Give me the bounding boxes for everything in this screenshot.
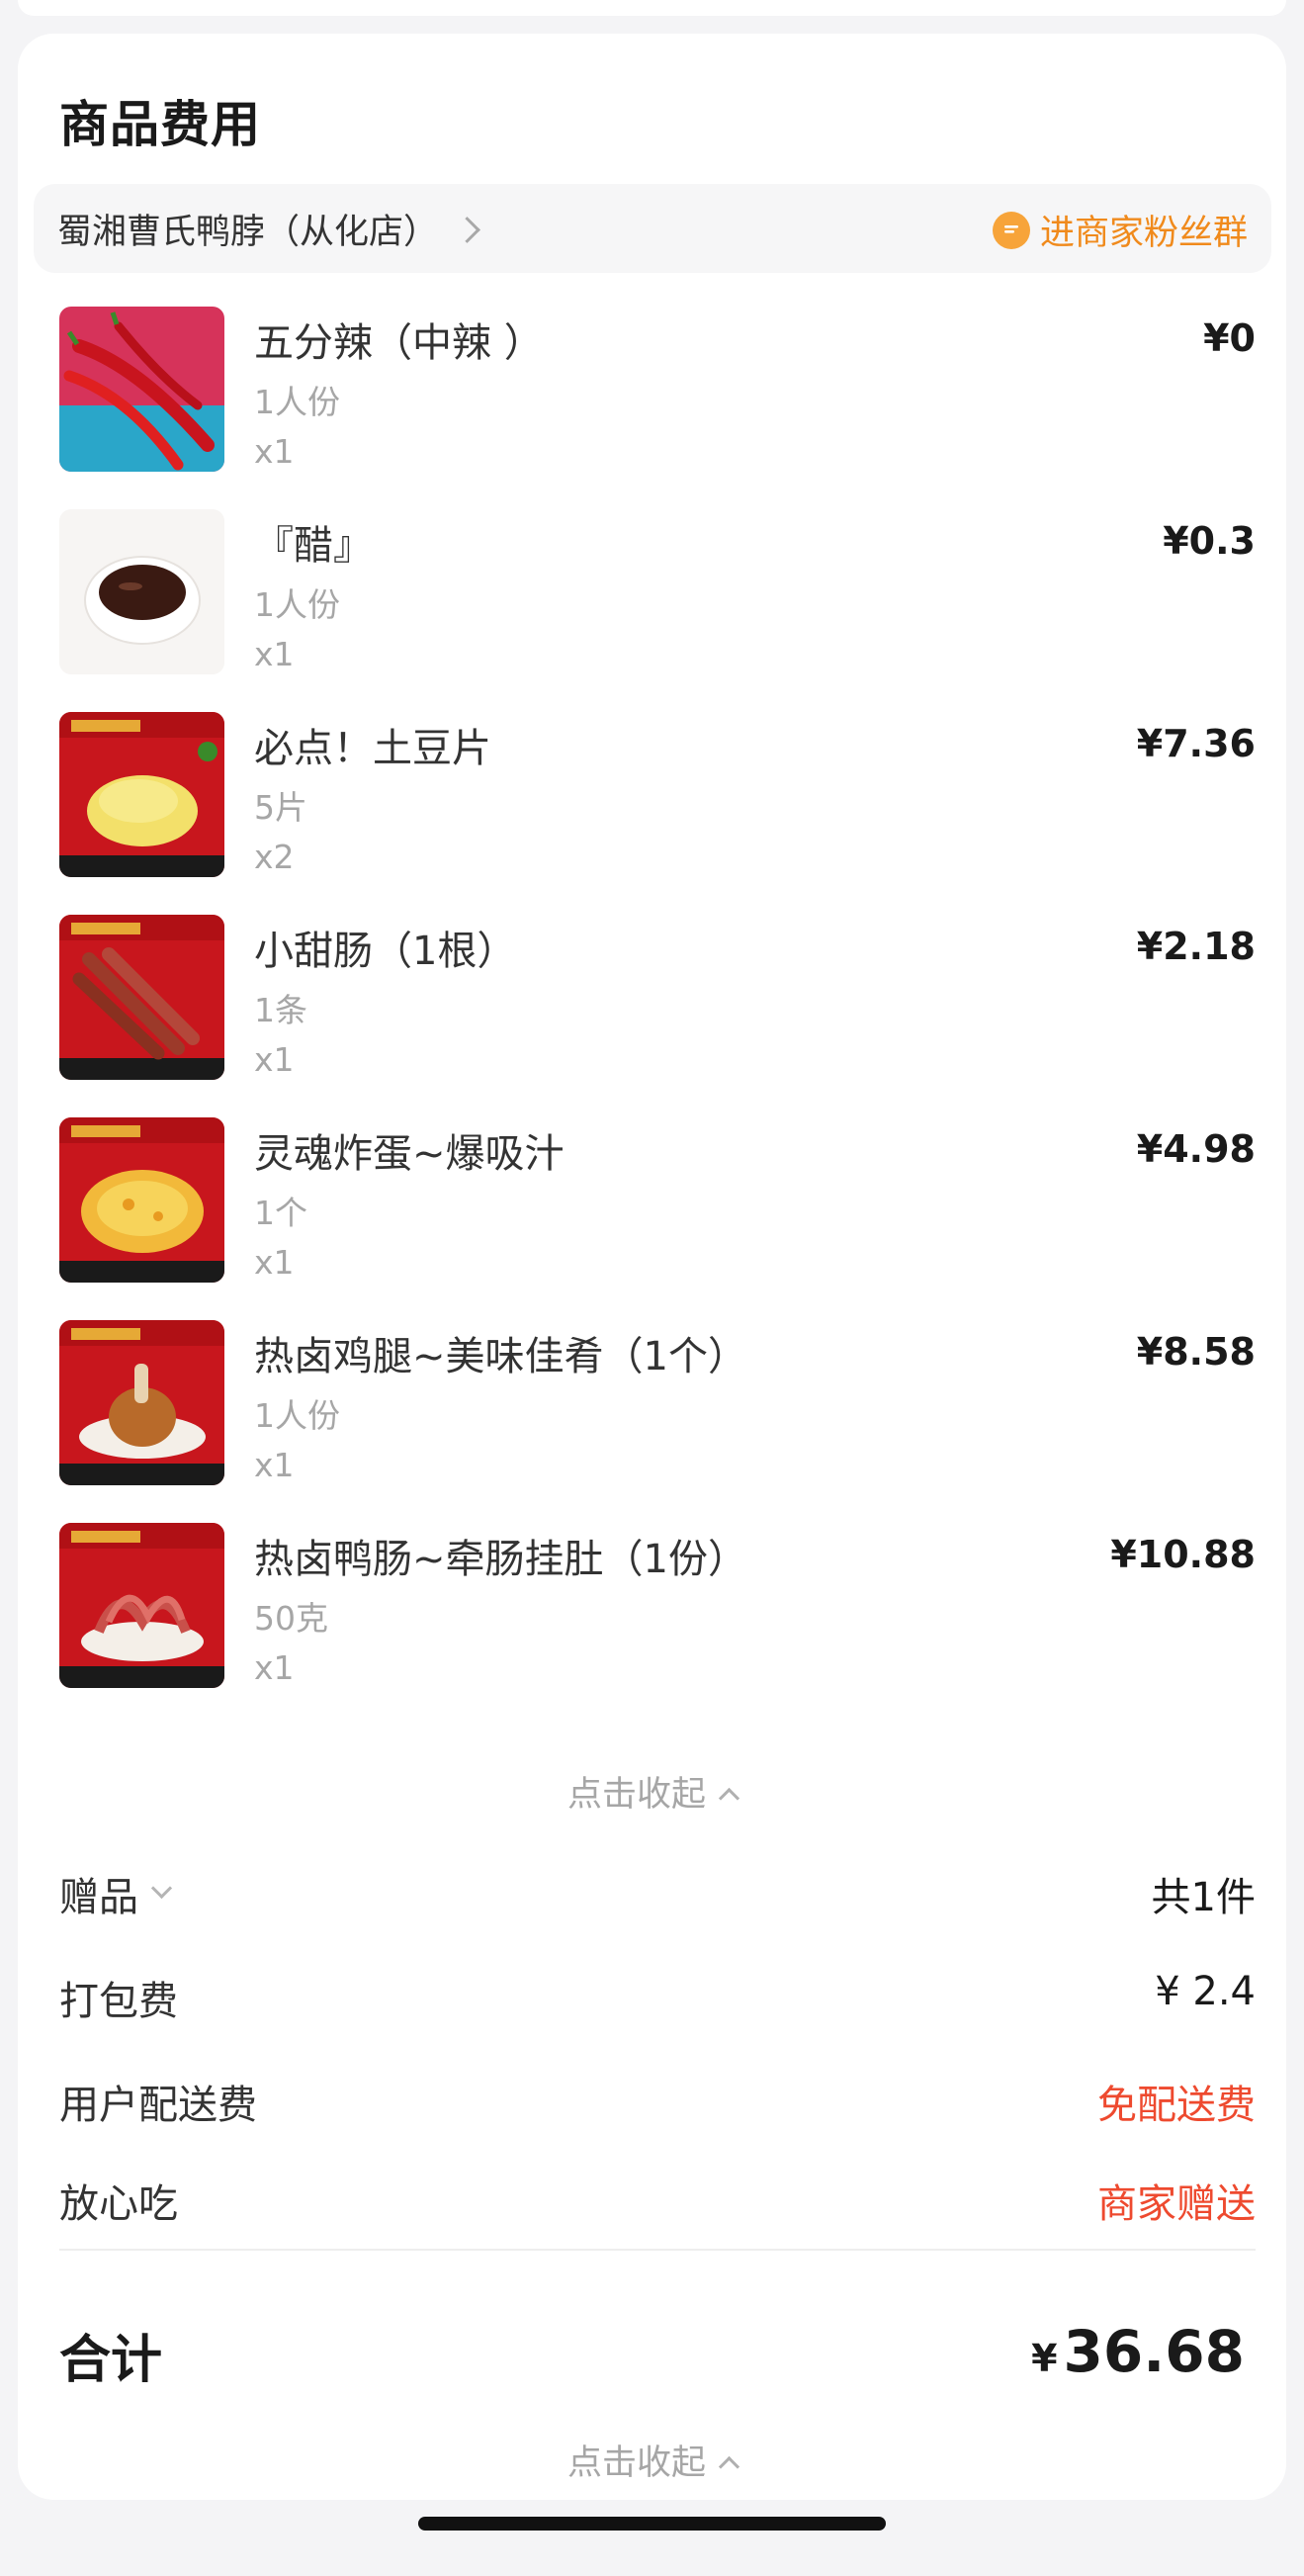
gift-value: 共1件 <box>1151 1875 1256 1920</box>
item-name: 必点！土豆片 <box>254 726 491 771</box>
collapse-label: 点击收起 <box>566 1775 706 1815</box>
item-name: 灵魂炸蛋~爆吸汁 <box>254 1131 565 1177</box>
item-quantity: x2 <box>254 838 295 876</box>
item-spec: 5片 <box>254 788 307 827</box>
list-item[interactable]: 『醋』 1人份 x1 ¥0.3 <box>59 509 1256 677</box>
total-currency: ¥ <box>1031 2337 1058 2380</box>
item-quantity: x1 <box>254 1040 295 1079</box>
item-image-duck-intestine <box>59 1523 224 1688</box>
list-item[interactable]: 五分辣（中辣 ） 1人份 x1 ¥0 <box>59 307 1256 475</box>
packing-fee-value: ¥ 2.4 <box>1155 1969 1256 2014</box>
item-quantity: x1 <box>254 635 295 673</box>
chevron-down-icon <box>150 1877 173 1899</box>
item-spec: 1个 <box>254 1194 307 1232</box>
assurance-row: 放心吃 商家赠送 <box>59 2172 1256 2231</box>
item-price: ¥8.58 <box>1136 1330 1256 1374</box>
item-image-potato <box>59 712 224 877</box>
item-image-sausage <box>59 915 224 1080</box>
total-amount: 36.68 <box>1063 2318 1245 2385</box>
fan-group-button[interactable]: 进商家粉丝群 <box>992 205 1248 255</box>
packing-fee-row: 打包费 ¥ 2.4 <box>59 1969 1256 2028</box>
item-name: 热卤鸭肠~牵肠挂肚（1份） <box>254 1537 747 1582</box>
item-name: 热卤鸡腿~美味佳肴（1个） <box>254 1334 747 1379</box>
item-image-fried-egg <box>59 1117 224 1283</box>
item-price: ¥4.98 <box>1136 1127 1256 1171</box>
collapse-label: 点击收起 <box>566 2443 706 2483</box>
item-spec: 1人份 <box>254 1396 340 1435</box>
total-label: 合计 <box>59 2331 163 2390</box>
total-value: ¥36.68 <box>1031 2318 1245 2385</box>
item-quantity: x1 <box>254 432 295 471</box>
assurance-value: 商家赠送 <box>1097 2181 1256 2227</box>
gift-label: 赠品 <box>59 1875 138 1920</box>
item-price: ¥0 <box>1203 316 1256 360</box>
item-image-vinegar <box>59 509 224 674</box>
shop-bar[interactable]: 蜀湘曹氏鸭脖（从化店） 进商家粉丝群 <box>34 184 1271 273</box>
item-spec: 1人份 <box>254 383 340 421</box>
item-spec: 1人份 <box>254 585 340 624</box>
chat-bubble-icon <box>992 211 1030 249</box>
delivery-fee-row: 用户配送费 免配送费 <box>59 2073 1256 2132</box>
item-price: ¥7.36 <box>1136 722 1256 765</box>
packing-fee-label: 打包费 <box>59 1979 178 2024</box>
item-image-chili <box>59 307 224 472</box>
delivery-fee-label: 用户配送费 <box>59 2083 257 2128</box>
list-item[interactable]: 热卤鸡腿~美味佳肴（1个） 1人份 x1 ¥8.58 <box>59 1320 1256 1488</box>
assurance-label: 放心吃 <box>59 2181 178 2227</box>
item-spec: 1条 <box>254 991 307 1029</box>
divider <box>59 2249 1256 2251</box>
item-price: ¥0.3 <box>1163 519 1256 563</box>
gift-label-wrap: 赠品 <box>59 1865 173 1922</box>
shop-name: 蜀湘曹氏鸭脖（从化店） <box>57 213 439 252</box>
item-image-chicken-leg <box>59 1320 224 1485</box>
chevron-up-icon <box>718 1787 740 1809</box>
item-quantity: x1 <box>254 1648 295 1687</box>
item-spec: 50克 <box>254 1599 328 1638</box>
previous-card-edge <box>18 0 1286 16</box>
item-name: 『醋』 <box>254 523 373 569</box>
item-name: 小甜肠（1根） <box>254 929 517 974</box>
delivery-fee-value: 免配送费 <box>1097 2083 1256 2128</box>
list-item[interactable]: 热卤鸭肠~牵肠挂肚（1份） 50克 x1 ¥10.88 <box>59 1523 1256 1691</box>
item-quantity: x1 <box>254 1243 295 1282</box>
home-indicator[interactable] <box>418 2517 886 2531</box>
list-item[interactable]: 灵魂炸蛋~爆吸汁 1个 x1 ¥4.98 <box>59 1117 1256 1286</box>
item-quantity: x1 <box>254 1446 295 1484</box>
chevron-up-icon <box>718 2455 740 2477</box>
item-name: 五分辣（中辣 ） <box>254 320 544 366</box>
gift-row[interactable]: 赠品 共1件 <box>59 1865 1256 1924</box>
collapse-summary-button[interactable]: 点击收起 <box>18 2435 1286 2485</box>
shop-link[interactable]: 蜀湘曹氏鸭脖（从化店） <box>57 204 480 254</box>
collapse-items-button[interactable]: 点击收起 <box>18 1766 1286 1817</box>
chevron-right-icon <box>454 217 480 243</box>
section-title: 商品费用 <box>59 96 261 153</box>
list-item[interactable]: 小甜肠（1根） 1条 x1 ¥2.18 <box>59 915 1256 1083</box>
product-cost-card: 商品费用 蜀湘曹氏鸭脖（从化店） 进商家粉丝群 五分辣（中辣 ） 1人份 x1 … <box>18 34 1286 2500</box>
fan-group-label: 进商家粉丝群 <box>1039 214 1248 253</box>
item-price: ¥2.18 <box>1136 925 1256 968</box>
item-price: ¥10.88 <box>1110 1533 1256 1576</box>
list-item[interactable]: 必点！土豆片 5片 x2 ¥7.36 <box>59 712 1256 880</box>
